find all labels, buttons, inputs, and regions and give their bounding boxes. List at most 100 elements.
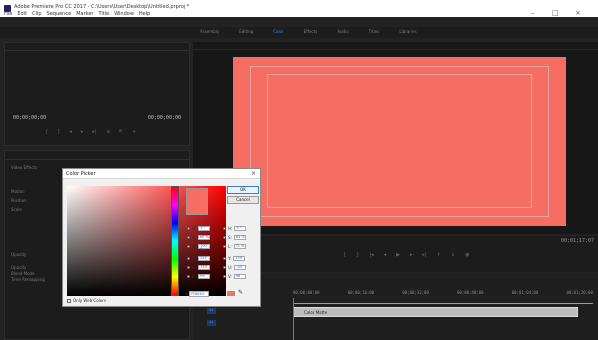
value-h-hsb[interactable]: H: 5 °	[187, 226, 211, 231]
value-b-hsb[interactable]: B: 100 %	[187, 244, 211, 251]
effects-item[interactable]: Video Effects	[11, 165, 37, 170]
timeline-clip[interactable]: Color Matte	[293, 307, 578, 317]
step-back-icon[interactable]: ◂	[69, 129, 72, 135]
ok-button[interactable]: OK	[227, 186, 259, 194]
dialog-header: Color Picker ×	[63, 169, 260, 179]
radio-icon[interactable]	[223, 245, 226, 248]
ruler-tick-label: 00;00;00;00	[293, 290, 320, 295]
effects-item[interactable]: Opacity	[11, 265, 26, 270]
menu-window[interactable]: Window	[114, 11, 134, 17]
program-monitor-tabs[interactable]	[193, 42, 598, 50]
step-forward-icon[interactable]: ▸	[410, 252, 413, 258]
radio-icon[interactable]	[187, 236, 190, 239]
tab-color[interactable]: Color	[273, 29, 283, 34]
close-icon[interactable]: ×	[251, 170, 256, 177]
color-picker-dialog: Color Picker × OK Cancel H: 5 ° H: 5 ° S: 6…	[62, 168, 261, 307]
ruler-tick-label: 00;00;16;00	[347, 290, 375, 295]
menu-help[interactable]: Help	[139, 11, 150, 17]
menu-edit[interactable]: Edit	[17, 11, 27, 17]
value-v[interactable]: V: 96	[223, 274, 246, 279]
color-preview-chip	[227, 291, 235, 296]
eyedropper-icon[interactable]: ✎	[238, 289, 243, 296]
play-icon[interactable]: ▶	[396, 252, 400, 258]
effects-item[interactable]: Motion	[11, 189, 25, 194]
overwrite-icon[interactable]: ⇱	[119, 129, 123, 135]
mark-out-icon[interactable]: }	[57, 129, 60, 135]
source-timecode-out: 00;00;00;00	[147, 115, 181, 121]
menu-title[interactable]: Title	[98, 11, 109, 17]
radio-icon[interactable]	[223, 257, 226, 260]
tab-libraries[interactable]: Libraries	[399, 29, 416, 34]
effects-item[interactable]: Position	[11, 198, 27, 203]
ruler-tick-label: 00;00;48;00	[457, 290, 484, 295]
play-icon[interactable]: ▸	[81, 129, 84, 135]
value-l-hsl[interactable]: L: 71 %	[223, 244, 246, 249]
title-safe-guide	[267, 74, 532, 208]
ruler-tick-label: 00;00;32;00	[402, 290, 429, 295]
value-s-hsl[interactable]: S: 61 %	[223, 235, 246, 240]
web-colors-label: Only Web Colors	[73, 298, 106, 303]
playhead[interactable]	[293, 298, 294, 340]
effects-item[interactable]: Scale	[11, 207, 22, 212]
value-s-hsb[interactable]: S: 60 %	[187, 235, 210, 240]
program-timecode: 00;01;17;07	[560, 238, 594, 244]
tab-assembly[interactable]: Assembly	[200, 29, 219, 34]
effects-item[interactable]: Time Remapping	[11, 277, 45, 282]
effect-controls-tabs[interactable]	[5, 151, 189, 160]
track-a1[interactable]: A1	[207, 320, 216, 326]
radio-icon[interactable]	[223, 266, 226, 269]
radio-icon[interactable]	[223, 236, 226, 239]
value-b[interactable]: B: 99	[187, 274, 211, 279]
tab-editing[interactable]: Editing	[239, 29, 253, 34]
tab-audio[interactable]: Audio	[337, 29, 348, 34]
radio-icon[interactable]	[223, 275, 226, 278]
track-v1[interactable]: V1	[207, 308, 216, 314]
mark-in-icon[interactable]: {	[343, 252, 346, 258]
value-h-hsl[interactable]: H: 5 °	[223, 226, 247, 231]
work-area-bar[interactable]	[293, 303, 593, 304]
hex-label: #	[185, 292, 189, 297]
value-g[interactable]: G: 110	[187, 265, 211, 270]
source-monitor: 00;00;00;00 00;00;00;00 { } ◂ ▸ ▸| ⇲ ⇱ +	[4, 42, 190, 146]
minimize-button[interactable]: –	[531, 9, 535, 17]
radio-icon[interactable]	[187, 266, 190, 269]
close-button[interactable]: ×	[575, 9, 581, 17]
effects-item[interactable]: Opacity	[11, 252, 26, 257]
export-frame-icon[interactable]: ◉	[465, 252, 469, 258]
hue-slider[interactable]	[171, 186, 179, 296]
insert-icon[interactable]: ⇲	[106, 129, 110, 135]
program-frame	[233, 57, 566, 226]
value-y[interactable]: Y: 159	[223, 256, 246, 261]
timeline-ruler[interactable]: 00;00;00;00 00;00;16;00 00;00;32;00 00;0…	[293, 290, 593, 300]
mark-in-icon[interactable]: {	[45, 129, 48, 135]
lift-icon[interactable]: ⇑	[437, 252, 441, 258]
value-r[interactable]: R: 255	[187, 256, 211, 261]
web-colors-option[interactable]: Only Web Colors	[67, 298, 106, 303]
menu-marker[interactable]: Marker	[76, 11, 93, 17]
maximize-button[interactable]: □	[552, 9, 559, 17]
radio-icon[interactable]	[187, 227, 190, 230]
effects-item[interactable]: Blend Mode	[11, 271, 35, 276]
menu-sequence[interactable]: Sequence	[47, 11, 72, 17]
current-color-swatch	[186, 188, 208, 215]
extract-icon[interactable]: ⇓	[451, 252, 455, 258]
step-forward-icon[interactable]: ▸|	[92, 129, 96, 135]
value-u[interactable]: U: -45	[223, 265, 247, 270]
checkbox-icon[interactable]	[67, 298, 71, 303]
radio-icon[interactable]	[187, 275, 190, 278]
menu-clip[interactable]: Clip	[32, 11, 41, 17]
radio-icon[interactable]	[223, 227, 226, 230]
tab-effects[interactable]: Effects	[304, 29, 318, 34]
radio-icon[interactable]	[187, 245, 190, 248]
mark-out-icon[interactable]: }	[356, 252, 359, 258]
tab-titles[interactable]: Titles	[369, 29, 380, 34]
step-back-icon[interactable]: ◂	[384, 252, 387, 258]
cancel-button[interactable]: Cancel	[227, 196, 259, 204]
go-to-in-icon[interactable]: |◂	[369, 252, 373, 258]
hex-input[interactable]: FF6E63	[189, 291, 209, 297]
go-to-out-icon[interactable]: ▸|	[422, 252, 426, 258]
add-icon[interactable]: +	[132, 129, 136, 135]
source-monitor-tabs[interactable]	[5, 43, 189, 51]
menu-file[interactable]: File	[4, 11, 12, 17]
radio-icon[interactable]	[187, 257, 190, 260]
